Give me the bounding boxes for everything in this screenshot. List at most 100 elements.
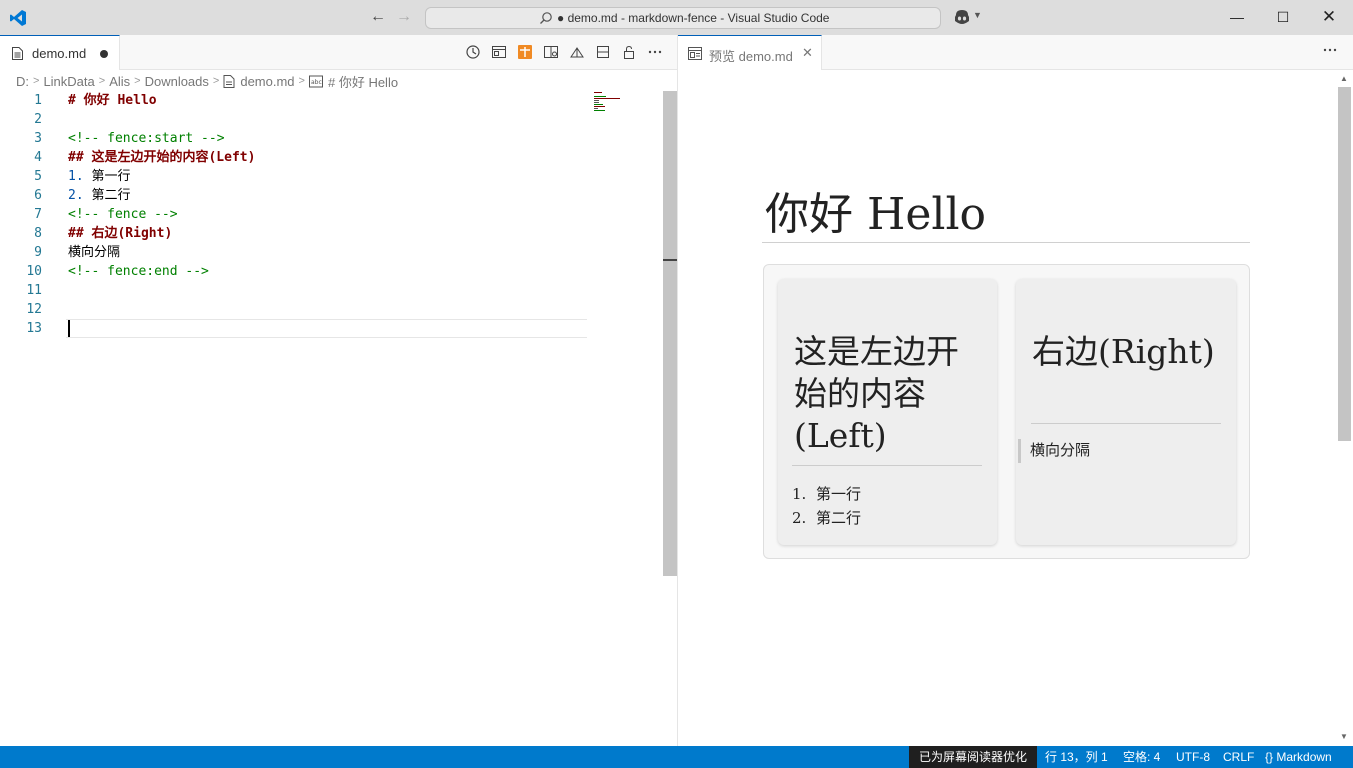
line-number: 12 — [26, 302, 42, 317]
language-label: Markdown — [1276, 750, 1332, 764]
token-number: 2. — [68, 188, 84, 203]
breadcrumb-item-downloads[interactable]: Downloads — [145, 74, 209, 89]
cursor-position[interactable]: 行 13，列 1 — [1045, 746, 1108, 768]
breadcrumb-item-linkdata[interactable]: LinkData — [43, 74, 94, 89]
line-number: 5 — [34, 169, 42, 184]
line-number: 13 — [26, 321, 42, 336]
screen-reader-status[interactable]: 已为屏幕阅读器优化 — [909, 746, 1038, 768]
line-number: 10 — [26, 264, 42, 279]
token-plain: 横向分隔 — [68, 245, 121, 260]
back-arrow-icon[interactable]: ← — [370, 9, 386, 25]
preview-side-icon[interactable] — [543, 44, 559, 60]
more-actions-icon[interactable] — [647, 44, 663, 60]
chevron-right-icon: > — [33, 75, 40, 87]
indentation-status[interactable]: 空格: 4 — [1123, 746, 1160, 768]
status-bar: 已为屏幕阅读器优化 行 13，列 1 空格: 4 UTF-8 CRLF {} M… — [0, 746, 1353, 768]
token-heading: ## 这是左边开始的内容(Left) — [68, 150, 256, 165]
svg-text:abc: abc — [311, 79, 322, 86]
preview-heading-1: 你好 Hello — [765, 189, 987, 240]
timeline-history-icon[interactable] — [465, 44, 481, 60]
language-mode[interactable]: {} Markdown — [1265, 746, 1332, 768]
command-center[interactable]: ● demo.md - markdown-fence - Visual Stud… — [425, 7, 941, 29]
line-content: ## 右边(Right) — [68, 224, 172, 243]
tab-label: demo.md — [32, 46, 87, 61]
breadcrumb-item-symbol[interactable]: # 你好 Hello — [328, 72, 398, 91]
heading-divider — [1031, 423, 1221, 424]
open-preview-icon[interactable] — [491, 44, 507, 60]
forward-arrow-icon[interactable]: → — [396, 9, 412, 25]
markdown-file-icon — [223, 74, 235, 88]
code-editor[interactable]: 1 # 你好 Hello 2 3 <!-- fence:start --> 4 ## 这是左… — [0, 91, 600, 338]
line-number: 9 — [34, 245, 42, 260]
line-number: 6 — [34, 188, 42, 203]
fence-container: 这是左边开始的内容(Left) 1. 第一行 2. 第二行 右边(Right) 横向… — [763, 264, 1250, 559]
breadcrumb-item-alis[interactable]: Alis — [109, 74, 130, 89]
split-editor-icon[interactable] — [595, 44, 611, 60]
heading-divider — [792, 465, 982, 466]
encoding-status[interactable]: UTF-8 — [1176, 746, 1210, 768]
line-number: 11 — [26, 283, 42, 298]
fence-layout-icon[interactable] — [517, 44, 533, 60]
editor-scrollbar[interactable] — [663, 91, 677, 576]
line-content: <!-- fence:start --> — [68, 129, 225, 148]
copilot-icon[interactable] — [953, 9, 971, 25]
maximize-icon[interactable]: ☐ — [1275, 8, 1291, 26]
scroll-up-arrow-icon[interactable]: ▲ — [1340, 74, 1348, 83]
code-line[interactable]: 2 — [0, 110, 600, 129]
tab-label: 预览 demo.md — [709, 49, 793, 64]
preview-tabs: 预览 demo.md ✕ — [678, 35, 1353, 70]
chevron-down-icon[interactable]: ▼ — [973, 10, 982, 20]
blockquote: 横向分隔 — [1018, 439, 1090, 463]
code-line[interactable]: 8 ## 右边(Right) — [0, 224, 600, 243]
token-plain: 第一行 — [83, 169, 131, 184]
breadcrumb-item-file[interactable]: demo.md — [240, 74, 294, 89]
minimize-icon[interactable]: — — [1229, 8, 1245, 26]
markdown-file-icon — [12, 47, 23, 60]
vscode-logo-icon[interactable] — [9, 9, 27, 27]
left-editor-tabs: demo.md — [0, 35, 677, 70]
close-window-icon[interactable]: ✕ — [1321, 8, 1337, 26]
markdown-preview[interactable]: 你好 Hello 这是左边开始的内容(Left) 1. 第一行 2. 第二行 右边(… — [678, 71, 1353, 746]
ordered-list: 1. 第一行 2. 第二行 — [792, 482, 861, 530]
line-content: <!-- fence --> — [68, 205, 178, 224]
compare-icon[interactable] — [569, 44, 585, 60]
lock-icon[interactable] — [621, 44, 637, 60]
line-number: 2 — [34, 112, 42, 127]
token-comment: <!-- fence:start --> — [68, 131, 225, 146]
code-line[interactable]: 6 2. 第二行 — [0, 186, 600, 205]
code-line[interactable]: 3 <!-- fence:start --> — [0, 129, 600, 148]
title-bar: ← → ● demo.md - markdown-fence - Visual … — [0, 0, 1353, 35]
code-line[interactable]: 5 1. 第一行 — [0, 167, 600, 186]
minimap[interactable] — [594, 92, 624, 112]
preview-icon — [688, 47, 702, 60]
tab-demo-md[interactable]: demo.md — [0, 35, 120, 70]
unsaved-dot-icon[interactable] — [100, 50, 108, 58]
scroll-down-arrow-icon[interactable]: ▼ — [1340, 732, 1348, 741]
tab-preview-demo-md[interactable]: 预览 demo.md ✕ — [678, 35, 822, 70]
text-cursor — [68, 320, 70, 337]
code-line[interactable]: 13 — [0, 319, 600, 338]
preview-scrollbar[interactable] — [1338, 87, 1351, 441]
code-line[interactable]: 11 — [0, 281, 600, 300]
code-line[interactable]: 10 <!-- fence:end --> — [0, 262, 600, 281]
left-column-heading: 这是左边开始的内容(Left) — [794, 332, 959, 455]
token-heading: # 你好 Hello — [68, 93, 157, 108]
fence-right-column: 右边(Right) 横向分隔 — [1016, 279, 1236, 545]
list-item: 2. 第二行 — [792, 509, 862, 527]
braces-icon: {} — [1265, 750, 1274, 764]
code-line[interactable]: 7 <!-- fence --> — [0, 205, 600, 224]
eol-status[interactable]: CRLF — [1223, 746, 1254, 768]
code-line[interactable]: 1 # 你好 Hello — [0, 91, 600, 110]
line-number: 3 — [34, 131, 42, 146]
chevron-right-icon: > — [298, 75, 305, 87]
search-icon — [540, 12, 552, 24]
line-number: 8 — [34, 226, 42, 241]
code-line[interactable]: 4 ## 这是左边开始的内容(Left) — [0, 148, 600, 167]
code-line[interactable]: 12 — [0, 300, 600, 319]
string-symbol-icon: abc — [308, 75, 323, 87]
code-line[interactable]: 9 横向分隔 — [0, 243, 600, 262]
breadcrumb-item-drive[interactable]: D: — [16, 74, 29, 89]
token-comment: <!-- fence --> — [68, 207, 178, 222]
close-tab-icon[interactable]: ✕ — [802, 45, 813, 61]
more-actions-icon[interactable] — [1322, 42, 1338, 58]
